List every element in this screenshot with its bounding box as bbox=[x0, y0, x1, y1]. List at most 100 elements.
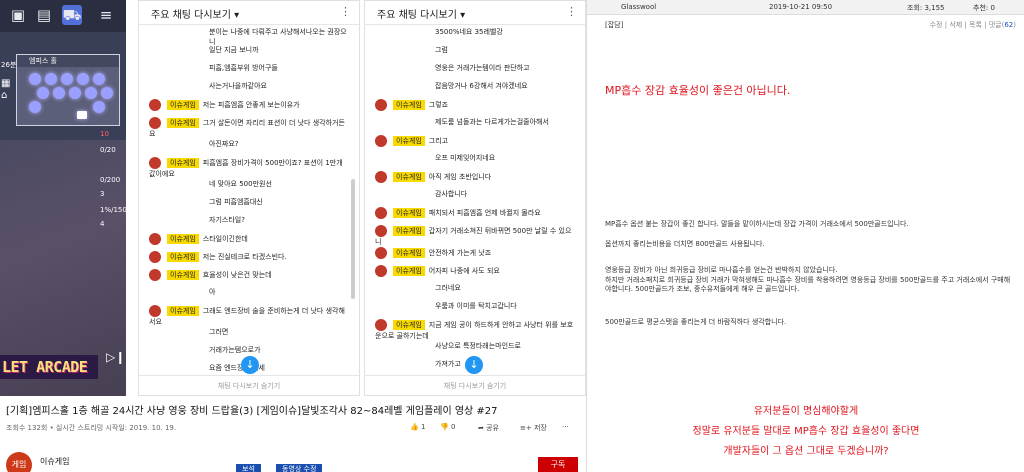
chat-message-text: 안전하게 가는게 낫죠 bbox=[428, 249, 492, 257]
chat-replay-panel-2: 주요 채팅 다시보기 ▾ ⋮ 3500%네요 35레벨강 그럼 영웅은 거래가는템이… bbox=[364, 0, 586, 396]
skill-counter: 4 bbox=[100, 220, 105, 228]
chat-message-list[interactable]: 3500%네요 35레벨강 그럼 영웅은 거래가는템이라 판단하고 잡음망거나 6강해… bbox=[365, 25, 585, 377]
channel-avatar[interactable]: 게임 bbox=[6, 452, 32, 472]
skill-counter: 1%/150 bbox=[100, 206, 126, 214]
edit-link[interactable]: 수정 bbox=[930, 21, 943, 29]
user-avatar[interactable] bbox=[149, 99, 161, 111]
save-button[interactable]: ≡+ 저장 bbox=[520, 423, 547, 433]
map-node bbox=[69, 87, 81, 99]
post-paragraph: MP흡수 옵션 붙는 장갑이 좋긴 합니다. 말들을 맡이하시는데 장갑 가격이… bbox=[605, 220, 909, 228]
chat-author-badge[interactable]: 이슈게임 bbox=[167, 118, 199, 128]
bag-icon[interactable]: ▣ bbox=[8, 5, 28, 25]
dislike-button[interactable]: 👎 0 bbox=[440, 423, 455, 431]
pause-icon[interactable]: ▷❙ bbox=[106, 350, 125, 364]
chat-footer[interactable]: 채팅 다시보기 숨기기 bbox=[139, 375, 359, 395]
more-options-icon[interactable]: ⋮ bbox=[340, 5, 351, 18]
chat-author-badge[interactable]: 이슈게임 bbox=[167, 270, 199, 280]
chat-message: 영웅은 거래가는템이라 판단하고 bbox=[375, 63, 575, 73]
chat-header-title[interactable]: 주요 채팅 다시보기 ▾ bbox=[377, 6, 465, 21]
chat-footer[interactable]: 채팅 다시보기 숨기기 bbox=[365, 375, 585, 395]
chat-author-badge[interactable]: 이슈게임 bbox=[393, 100, 425, 110]
edit-video-button[interactable]: 동영상 수정 bbox=[276, 464, 323, 472]
player-marker-icon bbox=[77, 111, 87, 119]
more-options-icon[interactable]: ⋮ bbox=[566, 5, 577, 18]
chat-header-title[interactable]: 주요 채팅 다시보기 ▾ bbox=[151, 6, 239, 21]
share-button[interactable]: ➦ 공유 bbox=[478, 423, 499, 433]
user-avatar[interactable] bbox=[375, 171, 387, 183]
vehicle-icon[interactable]: ⛟ bbox=[62, 5, 82, 25]
chat-message-text: 오프 미제잊어지네요 bbox=[435, 154, 496, 162]
chat-author-badge[interactable]: 이슈게임 bbox=[167, 306, 199, 316]
user-avatar[interactable] bbox=[375, 99, 387, 111]
post-author[interactable]: Glasswool bbox=[621, 3, 656, 11]
chat-message-text: 저는 진실테크로 타겠스빈다. bbox=[202, 253, 287, 261]
chat-message-text: 제도룸 넘돌과는 다르게가는걸줄아해서 bbox=[435, 118, 549, 126]
chat-message-text: 가져가고 bbox=[435, 360, 461, 368]
chat-author-badge[interactable]: 이슈게임 bbox=[167, 100, 199, 110]
chat-message: 아 bbox=[149, 287, 349, 297]
user-avatar[interactable] bbox=[149, 233, 161, 245]
post-actions: 수정 | 삭제 | 목록 | 댓글(62) bbox=[929, 21, 1016, 29]
post-headline: MP흡수 장감 효율성이 좋은건 아닙니다. bbox=[605, 84, 791, 97]
user-avatar[interactable] bbox=[149, 117, 161, 129]
chat-message-text: 아직 게임 초반입니다 bbox=[428, 173, 492, 181]
user-avatar[interactable] bbox=[375, 247, 387, 259]
chat-message: 그럼 피흡엠흡대신 bbox=[149, 197, 349, 207]
analytics-button[interactable]: 보석 bbox=[236, 464, 261, 472]
list-link[interactable]: 목록 bbox=[969, 21, 982, 29]
chat-header: 주요 채팅 다시보기 ▾ ⋮ bbox=[365, 1, 585, 25]
chat-message: 분이는 나중에 다뤄주고 사냥해서나오는 권장으니 bbox=[149, 27, 349, 47]
map-node bbox=[61, 73, 73, 85]
chat-author-badge[interactable]: 이슈게임 bbox=[393, 208, 425, 218]
chat-author-badge[interactable]: 이슈게임 bbox=[393, 320, 425, 330]
scroll-down-icon[interactable]: ↓ bbox=[241, 356, 259, 374]
scroll-down-icon[interactable]: ↓ bbox=[465, 356, 483, 374]
delete-link[interactable]: 삭제 bbox=[949, 21, 962, 29]
chat-message: 이슈게임 그리고 bbox=[375, 135, 575, 147]
chat-message-text: 그러네요 bbox=[435, 284, 461, 292]
user-avatar[interactable] bbox=[149, 269, 161, 281]
thumbs-down-icon: 👎 bbox=[440, 423, 449, 431]
chat-scrollbar[interactable] bbox=[351, 179, 355, 299]
chat-author-badge[interactable]: 이슈게임 bbox=[167, 158, 199, 168]
user-avatar[interactable] bbox=[375, 225, 387, 237]
minimap-window[interactable]: 엠피스 홀 bbox=[16, 54, 120, 126]
chat-message-list[interactable]: 분이는 나중에 다뤄주고 사냥해서나오는 권장으니 일단 지금 보니까 피흡,엠흡부… bbox=[139, 25, 359, 377]
chat-message-text: 네 맞아요 500만원선 bbox=[209, 180, 272, 188]
chat-message: 자기스타일? bbox=[149, 215, 349, 225]
share-icon: ➦ bbox=[478, 424, 484, 432]
chat-author-badge[interactable]: 이슈게임 bbox=[393, 266, 425, 276]
chat-message-text: 아진짜요? bbox=[209, 140, 239, 148]
journal-icon[interactable]: ▤ bbox=[34, 5, 54, 25]
closing-line: 정말로 유저분들 말대로 MP흡수 장갑 효율성이 좋다면 bbox=[692, 426, 920, 437]
chat-replay-panel-1: 주요 채팅 다시보기 ▾ ⋮ 분이는 나중에 다뤄주고 사냥해서나오는 권장으니… bbox=[138, 0, 360, 396]
subscribe-button[interactable]: 구독 bbox=[538, 457, 578, 472]
chat-author-badge[interactable]: 이슈게임 bbox=[393, 136, 425, 146]
user-avatar[interactable] bbox=[375, 207, 387, 219]
chat-message: 감사합니다 bbox=[375, 189, 575, 199]
map-node bbox=[29, 73, 41, 85]
comments-link[interactable]: 댓글(62) bbox=[989, 21, 1016, 29]
user-avatar[interactable] bbox=[375, 135, 387, 147]
chat-author-badge[interactable]: 이슈게임 bbox=[393, 248, 425, 258]
chat-author-badge[interactable]: 이슈게임 bbox=[393, 172, 425, 182]
chat-message: 이슈게임 그렇죠 bbox=[375, 99, 575, 111]
user-avatar[interactable] bbox=[149, 157, 161, 169]
user-avatar[interactable] bbox=[149, 305, 161, 317]
channel-name[interactable]: 이슈게임 bbox=[40, 456, 69, 467]
grid-icon[interactable]: ▦ ⌂ bbox=[1, 78, 13, 118]
user-avatar[interactable] bbox=[375, 319, 387, 331]
like-button[interactable]: 👍 1 bbox=[410, 423, 425, 431]
more-actions-button[interactable]: ··· bbox=[562, 423, 569, 431]
user-avatar[interactable] bbox=[149, 251, 161, 263]
chat-author-badge[interactable]: 이슈게임 bbox=[393, 226, 425, 236]
chat-header: 주요 채팅 다시보기 ▾ ⋮ bbox=[139, 1, 359, 25]
chat-message-text: 그러면 bbox=[209, 328, 229, 336]
chat-message: 그러네요 bbox=[375, 283, 575, 293]
menu-icon[interactable]: ≡ bbox=[96, 5, 116, 25]
chat-author-badge[interactable]: 이슈게임 bbox=[167, 252, 199, 262]
user-avatar[interactable] bbox=[375, 265, 387, 277]
arcade-logo: LET ARCADE bbox=[0, 355, 98, 379]
chat-author-badge[interactable]: 이슈게임 bbox=[167, 234, 199, 244]
screenshot-root: ▣ ▤ ⛟ ≡ 26분 ▦ ⌂ 엠피스 홀 10 0/20 0/200 3 1%… bbox=[0, 0, 1024, 472]
